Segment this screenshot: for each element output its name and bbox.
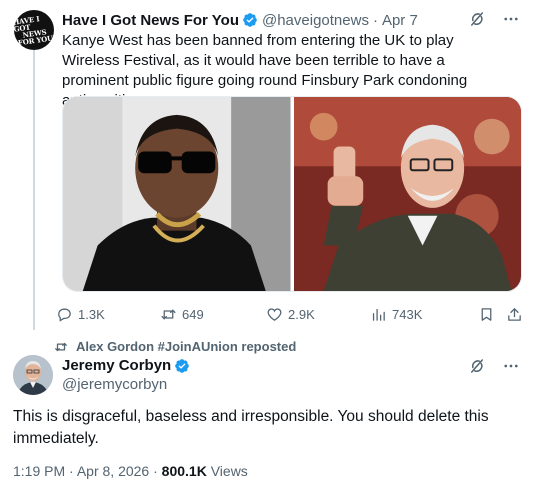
corbyn-avatar[interactable] <box>13 355 53 395</box>
tweet-media[interactable] <box>62 96 522 292</box>
bookmark-icon <box>481 307 492 321</box>
share-button[interactable] <box>506 306 523 323</box>
repost-banner[interactable]: Alex Gordon #JoinAUnion reposted <box>54 339 296 354</box>
grok-icon[interactable] <box>468 10 486 28</box>
media-photo-left[interactable] <box>63 97 291 291</box>
more-icon[interactable] <box>502 10 520 28</box>
main-tweet-meta: 1:19 PM · Apr 8, 2026 · 800.1K Views <box>13 463 248 479</box>
reply-stat[interactable]: 1.3K <box>56 306 105 323</box>
like-icon <box>267 307 282 321</box>
author-handle[interactable]: @jeremycorbyn <box>62 376 167 393</box>
views-icon <box>372 308 385 321</box>
verified-badge-icon <box>243 13 257 27</box>
author-name[interactable]: Jeremy Corbyn <box>62 357 171 374</box>
views-count: 743K <box>392 306 423 322</box>
original-tweet-top-actions <box>468 10 520 28</box>
author-name[interactable]: Have I Got News For You <box>62 12 239 29</box>
hignfy-logo: HAVE I GOT NEWS FOR YOU <box>14 14 54 48</box>
repost-icon <box>55 342 67 351</box>
photo-man-sunglasses <box>63 97 291 291</box>
separator-dot: · <box>153 463 158 479</box>
photo-man-thumbs-up <box>293 97 521 291</box>
separator-dot: · <box>69 463 74 479</box>
thread-line <box>33 50 35 330</box>
original-tweet-stats: 1.3K 649 2.9K 743K <box>56 304 526 324</box>
reply-icon <box>58 308 71 322</box>
avatar-portrait <box>13 355 53 395</box>
repost-icon <box>161 309 176 319</box>
tweet-date[interactable]: Apr 8, 2026 <box>77 463 149 479</box>
main-tweet-top-actions <box>468 357 520 375</box>
original-tweet-header: Have I Got News For You @haveigotnews · … <box>62 11 418 29</box>
tweet-time[interactable]: 1:19 PM <box>13 463 65 479</box>
like-count: 2.9K <box>288 306 315 322</box>
hignfy-avatar[interactable]: HAVE I GOT NEWS FOR YOU <box>14 10 54 50</box>
views-count: 800.1K <box>161 463 207 479</box>
main-tweet-author: Jeremy Corbyn <box>62 357 194 374</box>
views-stat[interactable]: 743K <box>370 306 422 323</box>
separator-dot: · <box>372 11 378 29</box>
repost-banner-text: Alex Gordon #JoinAUnion reposted <box>76 339 297 354</box>
share-icon <box>508 307 521 321</box>
original-tweet[interactable]: HAVE I GOT NEWS FOR YOU Have I Got News … <box>0 0 534 330</box>
verified-badge-icon <box>175 358 190 373</box>
views-label: Views <box>210 463 248 479</box>
main-tweet-text: This is disgraceful, baseless and irresp… <box>13 408 489 447</box>
repost-count: 649 <box>182 306 204 322</box>
grok-icon[interactable] <box>468 357 486 375</box>
reply-count: 1.3K <box>78 306 105 322</box>
bookmark-button[interactable] <box>478 306 495 323</box>
like-stat[interactable]: 2.9K <box>266 306 315 323</box>
more-icon[interactable] <box>502 357 520 375</box>
media-photo-right[interactable] <box>293 97 521 291</box>
repost-stat[interactable]: 649 <box>160 306 204 323</box>
tweet-date[interactable]: Apr 7 <box>382 12 418 29</box>
author-handle[interactable]: @haveigotnews <box>262 12 369 29</box>
